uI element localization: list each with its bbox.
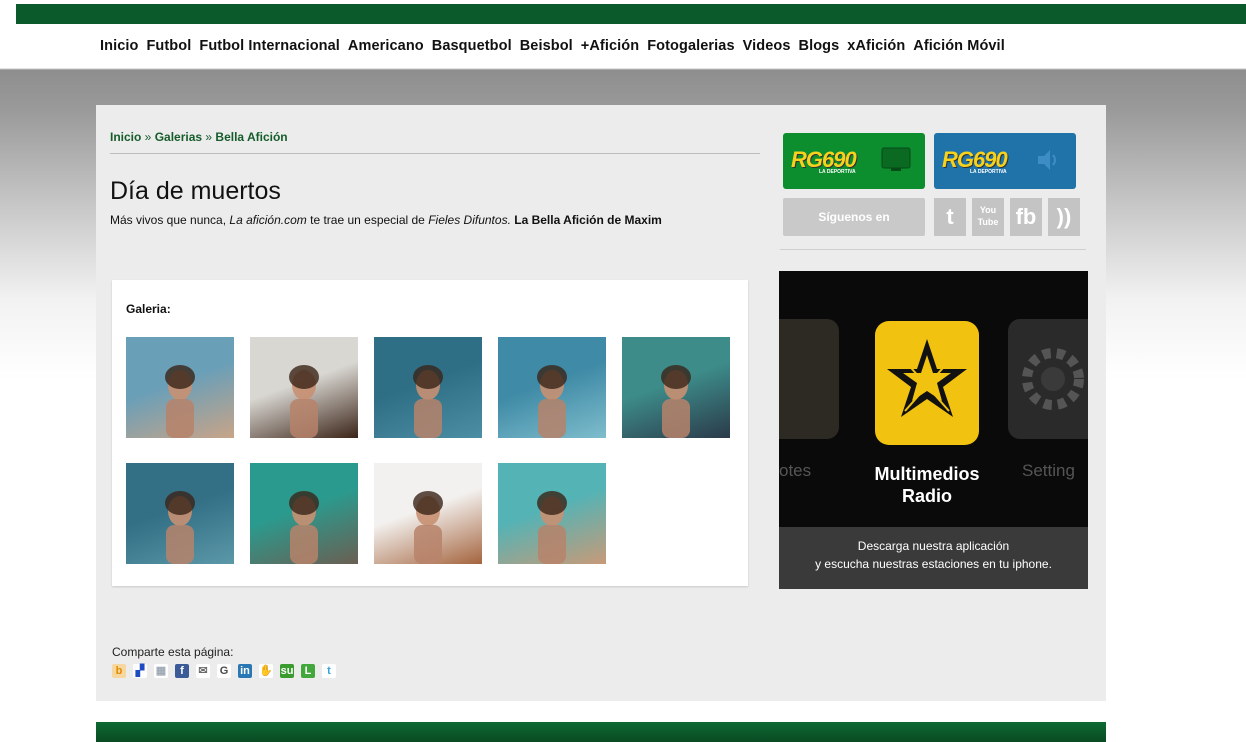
nav-item-afici-n-m-vil[interactable]: Afición Móvil [913,38,1005,54]
gallery-thumbnail[interactable] [622,337,730,438]
page-title: Día de muertos [110,177,281,205]
nav-item-blogs[interactable]: Blogs [799,38,840,54]
google-icon[interactable]: G [217,663,231,678]
sidebar-divider [780,249,1086,250]
ghost-label-left: otes [779,461,812,480]
gallery-thumbnail[interactable] [250,337,358,438]
main-content: Inicio » Galerias » Bella Afición Día de… [96,105,1106,701]
siguenos-button[interactable]: Síguenos en [783,198,925,236]
twitter-share-icon[interactable]: t [322,663,336,678]
subtitle-bold: La Bella Afición de Maxim [510,213,662,227]
subtitle-italic-2: Fieles Difuntos. [428,213,511,227]
nav-item-fotogalerias[interactable]: Fotogalerias [647,38,734,54]
youtube-icon[interactable]: You Tube [972,198,1004,236]
photo-figure [661,365,691,438]
email-icon[interactable]: ✉ [196,663,210,678]
gallery-thumbnail[interactable] [126,337,234,438]
photo-figure [413,365,443,438]
gallery-thumbnail[interactable] [374,463,482,564]
gallery-thumbnail[interactable] [374,337,482,438]
breadcrumb-divider [110,153,760,154]
breadcrumb-separator: » [202,130,216,144]
nav-item-inicio[interactable]: Inicio [100,38,138,54]
main-nav: Inicio Futbol Futbol Internacional American… [100,38,1200,56]
photo-figure [289,365,319,438]
subtitle-text-2: te trae un especial de [306,213,429,227]
photo-figure [537,365,567,438]
facebook-icon[interactable]: fb [1010,198,1042,236]
breadcrumb-separator: » [141,130,155,144]
app-name-line2: Radio [901,486,952,506]
breadcrumb-item[interactable]: Galerias [155,130,202,144]
linkedin-icon[interactable]: in [238,663,252,678]
top-green-bar [16,4,1246,24]
photo-figure [165,491,195,564]
gallery-thumbnail[interactable] [498,463,606,564]
delicious-icon[interactable]: ▞ [133,663,147,678]
rg690-tv-button[interactable]: RG690 LA DEPORTIVA [783,133,925,189]
gallery-thumbnail[interactable] [498,337,606,438]
app-name: Multimedios Radio [839,463,1015,507]
page-subtitle: Más vivos que nunca, La afición.com te t… [110,213,662,227]
twitter-icon[interactable]: t [934,198,966,236]
notes-app-ghost [779,319,839,439]
app-caption: Descarga nuestra aplicación y escucha nu… [779,527,1088,589]
star-logo-icon [887,339,967,417]
photo-figure [537,491,567,564]
photo-figure [289,491,319,564]
nav-item-basquetbol[interactable]: Basquetbol [432,38,512,54]
rss-icon[interactable]: )) [1048,198,1080,236]
speaker-icon [1038,150,1056,170]
nav-item-futbol-internacional[interactable]: Futbol Internacional [199,38,340,54]
rg690-sublabel-2: LA DEPORTIVA [970,169,1007,175]
app-caption-line2: y escucha nuestras estaciones en tu ipho… [815,557,1052,571]
share-label: Comparte esta página: [112,645,234,659]
breadcrumb-item[interactable]: Bella Afición [215,130,287,144]
app-name-line1: Multimedios [874,464,980,484]
breadcrumb-item[interactable]: Inicio [110,130,141,144]
multimedios-app-icon [875,321,979,445]
subtitle-italic-1: La afición.com [229,213,307,227]
footer-bar [96,722,1106,742]
subtitle-text-1: Más vivos que nunca, [110,213,230,227]
tv-icon [881,147,911,171]
nav-item-xafici-n[interactable]: xAfición [847,38,905,54]
gallery-thumbnail[interactable] [250,463,358,564]
nav-item-futbol[interactable]: Futbol [146,38,191,54]
nav-item-beisbol[interactable]: Beisbol [520,38,573,54]
myspace-icon[interactable]: ✋ [259,663,273,678]
photo-figure [165,365,195,438]
gear-icon [1022,348,1084,410]
bebo-icon[interactable]: b [112,663,126,678]
digg-icon[interactable]: ▦ [154,663,168,678]
breadcrumb: Inicio » Galerias » Bella Afición [110,130,288,144]
gallery-thumbnail[interactable] [126,463,234,564]
app-download-ad[interactable]: otes Setting Multimedios Radio Descarga … [779,271,1088,589]
gallery-panel: Galeria: [112,280,748,586]
rg690-audio-button[interactable]: RG690 LA DEPORTIVA [934,133,1076,189]
gallery-label: Galeria: [126,302,171,316]
nav-item-videos[interactable]: Videos [743,38,791,54]
technorati-icon[interactable]: L [301,663,315,678]
settings-app-ghost [1008,319,1088,439]
nav-item-afici-n[interactable]: +Afición [581,38,639,54]
photo-figure [413,491,443,564]
stumbleupon-icon[interactable]: su [280,663,294,678]
nav-item-americano[interactable]: Americano [348,38,424,54]
share-icons: b ▞ ▦ f ✉ Gin ✋ su Lt [112,662,343,680]
facebook-share-icon[interactable]: f [175,663,189,678]
rg690-sublabel: LA DEPORTIVA [819,169,856,175]
ghost-label-right: Setting [1022,461,1075,480]
app-caption-line1: Descarga nuestra aplicación [857,539,1010,553]
